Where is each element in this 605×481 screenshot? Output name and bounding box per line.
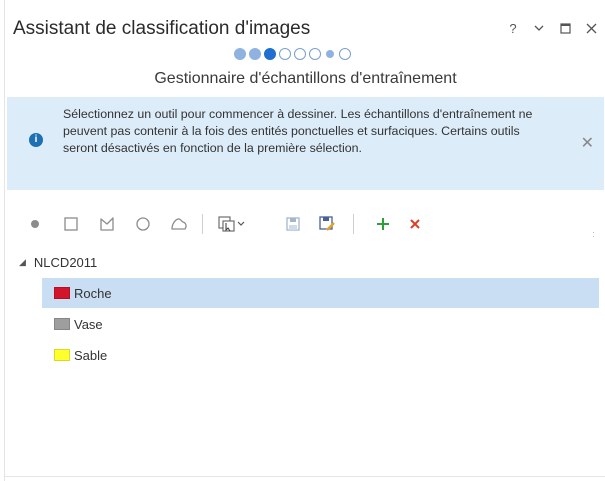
- class-color-swatch[interactable]: [54, 349, 70, 361]
- select-features-icon: [218, 216, 245, 232]
- sample-toolbar: · ·: [17, 210, 599, 241]
- freehand-icon: [171, 218, 187, 230]
- polygon-tool-button[interactable]: [97, 214, 117, 234]
- save-icon: [286, 217, 300, 231]
- point-tool-button[interactable]: [25, 214, 45, 234]
- chevron-down-icon: [534, 25, 544, 31]
- freehand-tool-button[interactable]: [169, 214, 189, 234]
- step-dot-8[interactable]: [339, 48, 351, 60]
- schema-name: NLCD2011: [33, 255, 98, 270]
- wizard-step-indicator: [234, 48, 351, 60]
- info-message: Sélectionnez un outil pour commencer à d…: [63, 107, 533, 155]
- add-class-button[interactable]: [373, 214, 393, 234]
- save-as-icon: [319, 216, 335, 231]
- title-bar: Assistant de classification d'images ?: [5, 0, 605, 46]
- toolbar-separator: [202, 214, 203, 234]
- rectangle-tool-button[interactable]: [61, 214, 81, 234]
- class-color-swatch[interactable]: [54, 318, 70, 330]
- options-menu-button[interactable]: [532, 20, 546, 36]
- collapse-caret-icon[interactable]: ◢: [19, 257, 26, 268]
- polygon-icon: [100, 217, 114, 231]
- delete-icon: [410, 219, 420, 229]
- info-icon: i: [29, 133, 43, 147]
- help-button[interactable]: ?: [506, 20, 520, 36]
- step-dot-5[interactable]: [294, 48, 306, 60]
- dismiss-banner-button[interactable]: ✕: [581, 133, 594, 153]
- class-color-swatch[interactable]: [54, 287, 70, 299]
- step-dot-2[interactable]: [249, 48, 261, 60]
- step-dot-1[interactable]: [234, 48, 246, 60]
- classification-wizard-pane: Assistant de classification d'images ? G…: [4, 0, 605, 481]
- circle-tool-button[interactable]: [133, 214, 153, 234]
- class-row-vase[interactable]: Vase: [42, 309, 599, 339]
- point-icon: [31, 220, 39, 228]
- class-row-roche[interactable]: Roche: [42, 278, 599, 308]
- window-controls: ?: [506, 20, 598, 36]
- page-title: Gestionnaire d'échantillons d'entraîneme…: [154, 70, 457, 87]
- class-row-sable[interactable]: Sable: [42, 340, 599, 370]
- class-label: Vase: [74, 316, 103, 332]
- step-dot-4[interactable]: [279, 48, 291, 60]
- remove-class-button[interactable]: [405, 214, 425, 234]
- plus-icon: [377, 218, 389, 230]
- toolbar-overflow-grip[interactable]: · ·: [592, 228, 595, 241]
- toolbar-separator: [353, 214, 354, 234]
- class-label: Sable: [74, 347, 108, 363]
- circle-icon: [136, 217, 150, 231]
- maximize-icon: [559, 22, 571, 34]
- close-icon: [586, 23, 596, 33]
- window-title: Assistant de classification d'images: [13, 18, 311, 39]
- maximize-button[interactable]: [558, 20, 572, 36]
- info-banner: i Sélectionnez un outil pour commencer à…: [7, 97, 604, 190]
- tree-root-node[interactable]: ◢ NLCD2011: [19, 255, 97, 270]
- step-dot-6[interactable]: [309, 48, 321, 60]
- class-label: Roche: [74, 285, 112, 301]
- close-button[interactable]: [584, 20, 598, 36]
- save-as-button[interactable]: [317, 214, 337, 234]
- select-tool-dropdown[interactable]: [215, 214, 249, 234]
- pane-bottom-border: [5, 476, 605, 477]
- rectangle-icon: [64, 217, 78, 231]
- step-dot-3[interactable]: [264, 48, 276, 60]
- save-button[interactable]: [283, 214, 303, 234]
- step-dot-7[interactable]: [326, 50, 334, 58]
